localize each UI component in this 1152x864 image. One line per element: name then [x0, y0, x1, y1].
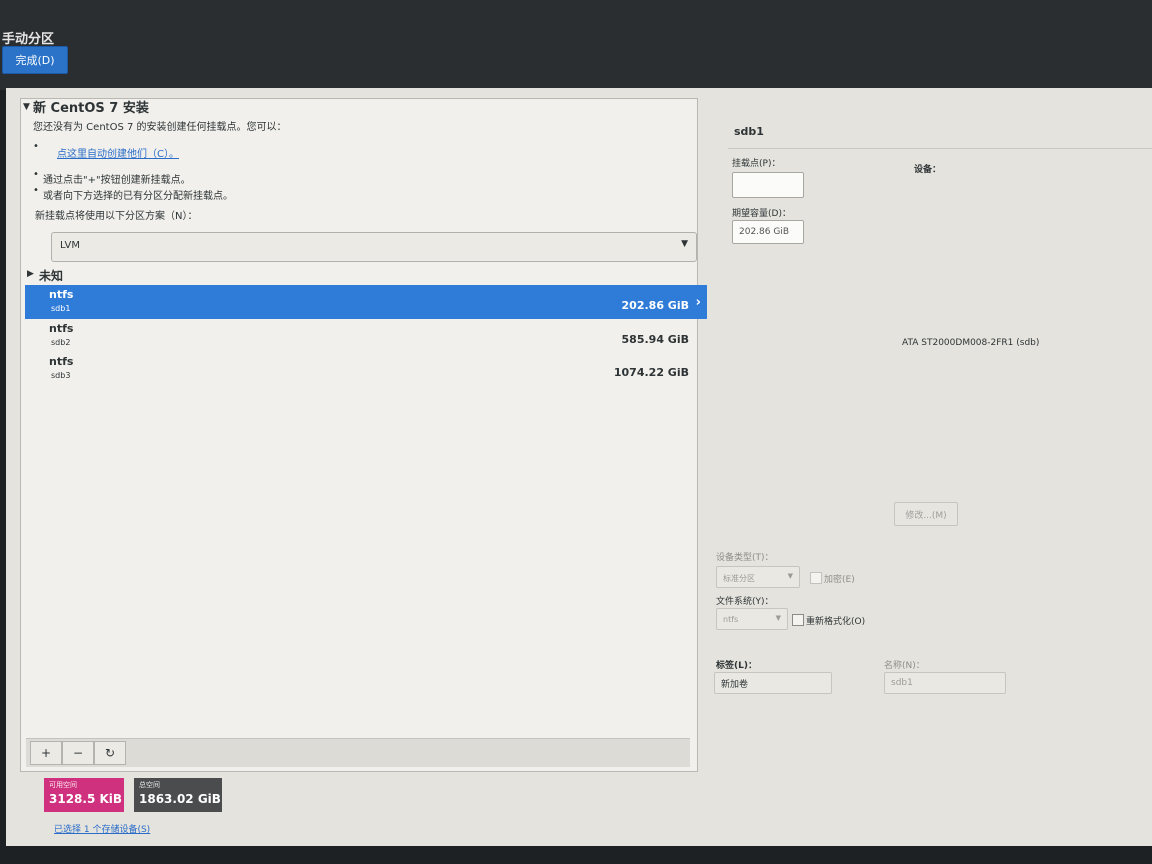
bullet-icon: • — [33, 169, 39, 180]
label-input[interactable]: 新加卷 — [714, 672, 832, 694]
total-space-badge: 总空间 1863.02 GiB — [134, 778, 222, 812]
refresh-icon[interactable]: ↻ — [94, 741, 126, 765]
partition-fs: ntfs — [49, 322, 74, 335]
name-input[interactable]: sdb1 — [884, 672, 1006, 694]
device-type-label: 设备类型(T)： — [716, 553, 774, 563]
desired-capacity-input[interactable]: 202.86 GiB — [732, 220, 804, 244]
available-space-value: 3128.5 KiB — [49, 792, 123, 806]
chevron-right-icon: › — [695, 295, 701, 310]
filesystem-value: ntfs — [723, 615, 739, 624]
partition-fs: ntfs — [49, 355, 74, 368]
device-type-value: 标准分区 — [723, 574, 755, 583]
available-space-badge: 可用空间 3128.5 KiB — [44, 778, 124, 812]
partition-fs: ntfs — [49, 288, 74, 301]
label-field-label: 标签(L)： — [716, 661, 757, 671]
filesystem-label: 文件系统(Y)： — [716, 597, 774, 607]
partition-row-sdb1[interactable]: ntfs sdb1 202.86 GiB › — [25, 285, 707, 319]
partitioning-area: ▼ 新 CentOS 7 安装 您还没有为 CentOS 7 的安装创建任何挂载… — [6, 88, 1152, 846]
partition-size: 1074.22 GiB — [613, 366, 689, 379]
available-space-label: 可用空间 — [49, 781, 77, 789]
scheme-value: LVM — [60, 240, 80, 251]
partition-scheme-dropdown[interactable]: LVM ▼ — [51, 232, 697, 262]
total-space-label: 总空间 — [139, 781, 160, 789]
details-title: sdb1 — [734, 125, 764, 138]
mount-points-panel: ▼ 新 CentOS 7 安装 您还没有为 CentOS 7 的安装创建任何挂载… — [20, 98, 707, 772]
storage-devices-link[interactable]: 已选择 1 个存储设备(S) — [54, 822, 150, 835]
scheme-label: 新挂载点将使用以下分区方案（N）： — [35, 211, 198, 222]
encrypt-label: 加密(E) — [824, 575, 855, 585]
device-name: ATA ST2000DM008-2FR1 (sdb) — [902, 338, 1040, 348]
partition-size: 585.94 GiB — [621, 333, 689, 346]
bullet-icon: • — [33, 141, 39, 152]
done-button[interactable]: 完成(D) — [2, 46, 68, 74]
plus-hint: 通过点击"+"按钮创建新挂载点。 — [43, 175, 191, 186]
total-space-value: 1863.02 GiB — [139, 792, 221, 806]
dropdown-arrow-icon: ▼ — [775, 614, 781, 622]
reassign-hint: 或者向下方选择的已有分区分配新挂载点。 — [43, 191, 233, 202]
name-field-label: 名称(N)： — [884, 661, 925, 671]
filesystem-dropdown[interactable]: ntfs ▼ — [716, 608, 788, 630]
remove-partition-button[interactable]: − — [62, 741, 94, 765]
page-title: 手动分区 — [2, 32, 55, 47]
unknown-group-title: 未知 — [39, 269, 64, 283]
dropdown-arrow-icon: ▼ — [681, 239, 688, 249]
partition-row-sdb3[interactable]: ntfs sdb3 1074.22 GiB — [25, 352, 707, 386]
bullet-icon: • — [33, 185, 39, 196]
modify-button[interactable]: 修改...(M) — [894, 502, 958, 526]
auto-create-link[interactable]: 点这里自动创建他们（C）。 — [57, 145, 179, 160]
header-bar: 手动分区 完成(D) — [0, 0, 1152, 90]
partition-device: sdb3 — [51, 371, 71, 380]
no-mount-points-hint: 您还没有为 CentOS 7 的安装创建任何挂载点。您可以： — [33, 122, 287, 133]
device-type-dropdown[interactable]: 标准分区 ▼ — [716, 566, 800, 588]
reformat-checkbox[interactable] — [792, 614, 804, 626]
partition-device: sdb1 — [51, 304, 71, 313]
mount-point-input[interactable] — [732, 172, 804, 198]
divider — [728, 148, 1152, 149]
dropdown-arrow-icon: ▼ — [787, 572, 793, 580]
new-install-header[interactable]: ▼ 新 CentOS 7 安装 — [21, 99, 697, 116]
partition-size: 202.86 GiB — [621, 299, 689, 312]
partition-details-panel: sdb1 挂载点(P)： 期望容量(D)： 202.86 GiB 设备： ATA… — [708, 116, 1152, 836]
expander-right-icon[interactable]: ▶ — [27, 269, 34, 279]
reformat-label: 重新格式化(O) — [806, 617, 866, 627]
mount-point-label: 挂载点(P)： — [732, 159, 781, 169]
partition-device: sdb2 — [51, 338, 71, 347]
partition-row-sdb2[interactable]: ntfs sdb2 585.94 GiB — [25, 319, 707, 353]
expander-down-icon[interactable]: ▼ — [23, 102, 30, 112]
add-partition-button[interactable]: + — [30, 741, 62, 765]
devices-label: 设备： — [914, 165, 942, 175]
encrypt-checkbox[interactable] — [810, 572, 822, 584]
new-install-title: 新 CentOS 7 安装 — [33, 101, 149, 116]
desired-capacity-label: 期望容量(D)： — [732, 209, 791, 219]
partition-toolbar: + − ↻ — [26, 738, 690, 767]
